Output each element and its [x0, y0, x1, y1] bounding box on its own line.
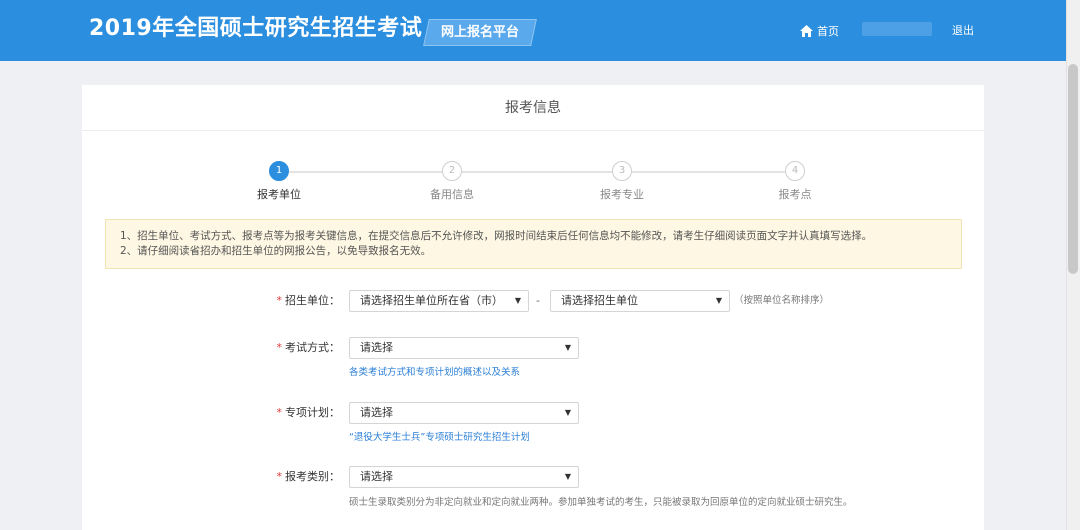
exam-mode-select[interactable]: 请选择 ▼ — [349, 337, 579, 359]
step-1-circle: 1 — [269, 161, 289, 181]
step-3-circle: 3 — [612, 161, 632, 181]
page-title: 报考信息 — [82, 85, 984, 131]
unit-select-value: 请选择招生单位 — [561, 294, 638, 307]
chevron-down-icon: ▼ — [564, 408, 571, 417]
step-connector — [289, 171, 442, 173]
notice-line-1: 1、招生单位、考试方式、报考点等为报考关键信息，在提交信息后不允许修改，网报时间… — [120, 230, 873, 242]
unit-label: * 招生单位： — [262, 290, 341, 312]
category-select-value: 请选择 — [360, 470, 393, 483]
required-mark: * — [276, 406, 283, 419]
user-name-redacted — [862, 22, 932, 36]
top-header: 2019年全国硕士研究生招生考试 网上报名平台 首页 退出 — [0, 0, 1080, 61]
category-label-text: 报考类别： — [285, 470, 340, 483]
required-mark: * — [276, 470, 283, 483]
site-title: 2019年全国硕士研究生招生考试 — [89, 16, 423, 41]
chevron-down-icon: ▼ — [564, 472, 571, 481]
notice-line-2: 2、请仔细阅读省招办和招生单位的网报公告，以免导致报名无效。 — [120, 245, 432, 257]
chevron-down-icon: ▼ — [715, 296, 722, 305]
special-plan-label: * 专项计划： — [262, 402, 341, 424]
category-select[interactable]: 请选择 ▼ — [349, 466, 579, 488]
exam-mode-label-text: 考试方式： — [285, 341, 340, 354]
step-connector — [632, 171, 785, 173]
home-icon — [800, 25, 813, 37]
exam-mode-help-link[interactable]: 各类考试方式和专项计划的概述以及关系 — [349, 366, 520, 380]
province-select-value: 请选择招生单位所在省（市） — [360, 294, 503, 307]
step-connector — [462, 171, 612, 173]
exam-mode-select-value: 请选择 — [360, 341, 393, 354]
scrollbar-thumb[interactable] — [1068, 64, 1078, 274]
home-link-label: 首页 — [817, 25, 839, 38]
step-2-circle: 2 — [442, 161, 462, 181]
notice-box: 1、招生单位、考试方式、报考点等为报考关键信息，在提交信息后不允许修改，网报时间… — [105, 219, 962, 269]
required-mark: * — [276, 294, 283, 307]
required-mark: * — [276, 341, 283, 354]
special-plan-label-text: 专项计划： — [285, 406, 340, 419]
step-4-label: 报考点 — [778, 188, 812, 201]
special-plan-select-value: 请选择 — [360, 406, 393, 419]
progress-steps: 1 2 3 4 报考单位 备用信息 报考专业 报考点 — [82, 161, 984, 211]
registration-card: 报考信息 1 2 3 4 报考单位 备用信息 报考专业 报考点 1、招生单位、考… — [82, 85, 984, 530]
exam-mode-label: * 考试方式： — [262, 337, 341, 359]
special-plan-help-link[interactable]: “退役大学生士兵”专项硕士研究生招生计划 — [349, 431, 530, 445]
home-link[interactable]: 首页 — [800, 22, 839, 40]
platform-badge: 网上报名平台 — [423, 19, 537, 46]
separator-dash: - — [536, 294, 540, 307]
category-note: 硕士生录取类别分为非定向就业和定向就业两种。参加单独考试的考生，只能被录取为回原… — [349, 497, 853, 508]
category-label: * 报考类别： — [262, 466, 341, 488]
unit-label-text: 招生单位： — [285, 294, 340, 307]
step-2-label: 备用信息 — [430, 188, 474, 201]
logout-link[interactable]: 退出 — [952, 22, 974, 40]
province-select[interactable]: 请选择招生单位所在省（市） ▼ — [349, 290, 529, 312]
chevron-down-icon: ▼ — [564, 343, 571, 352]
unit-select[interactable]: 请选择招生单位 ▼ — [550, 290, 730, 312]
platform-badge-text: 网上报名平台 — [440, 25, 519, 40]
unit-sort-hint: （按照单位名称排序） — [734, 295, 830, 306]
chevron-down-icon: ▼ — [514, 296, 521, 305]
step-4-circle: 4 — [785, 161, 805, 181]
special-plan-select[interactable]: 请选择 ▼ — [349, 402, 579, 424]
step-1-label: 报考单位 — [257, 188, 301, 201]
step-3-label: 报考专业 — [600, 188, 644, 201]
